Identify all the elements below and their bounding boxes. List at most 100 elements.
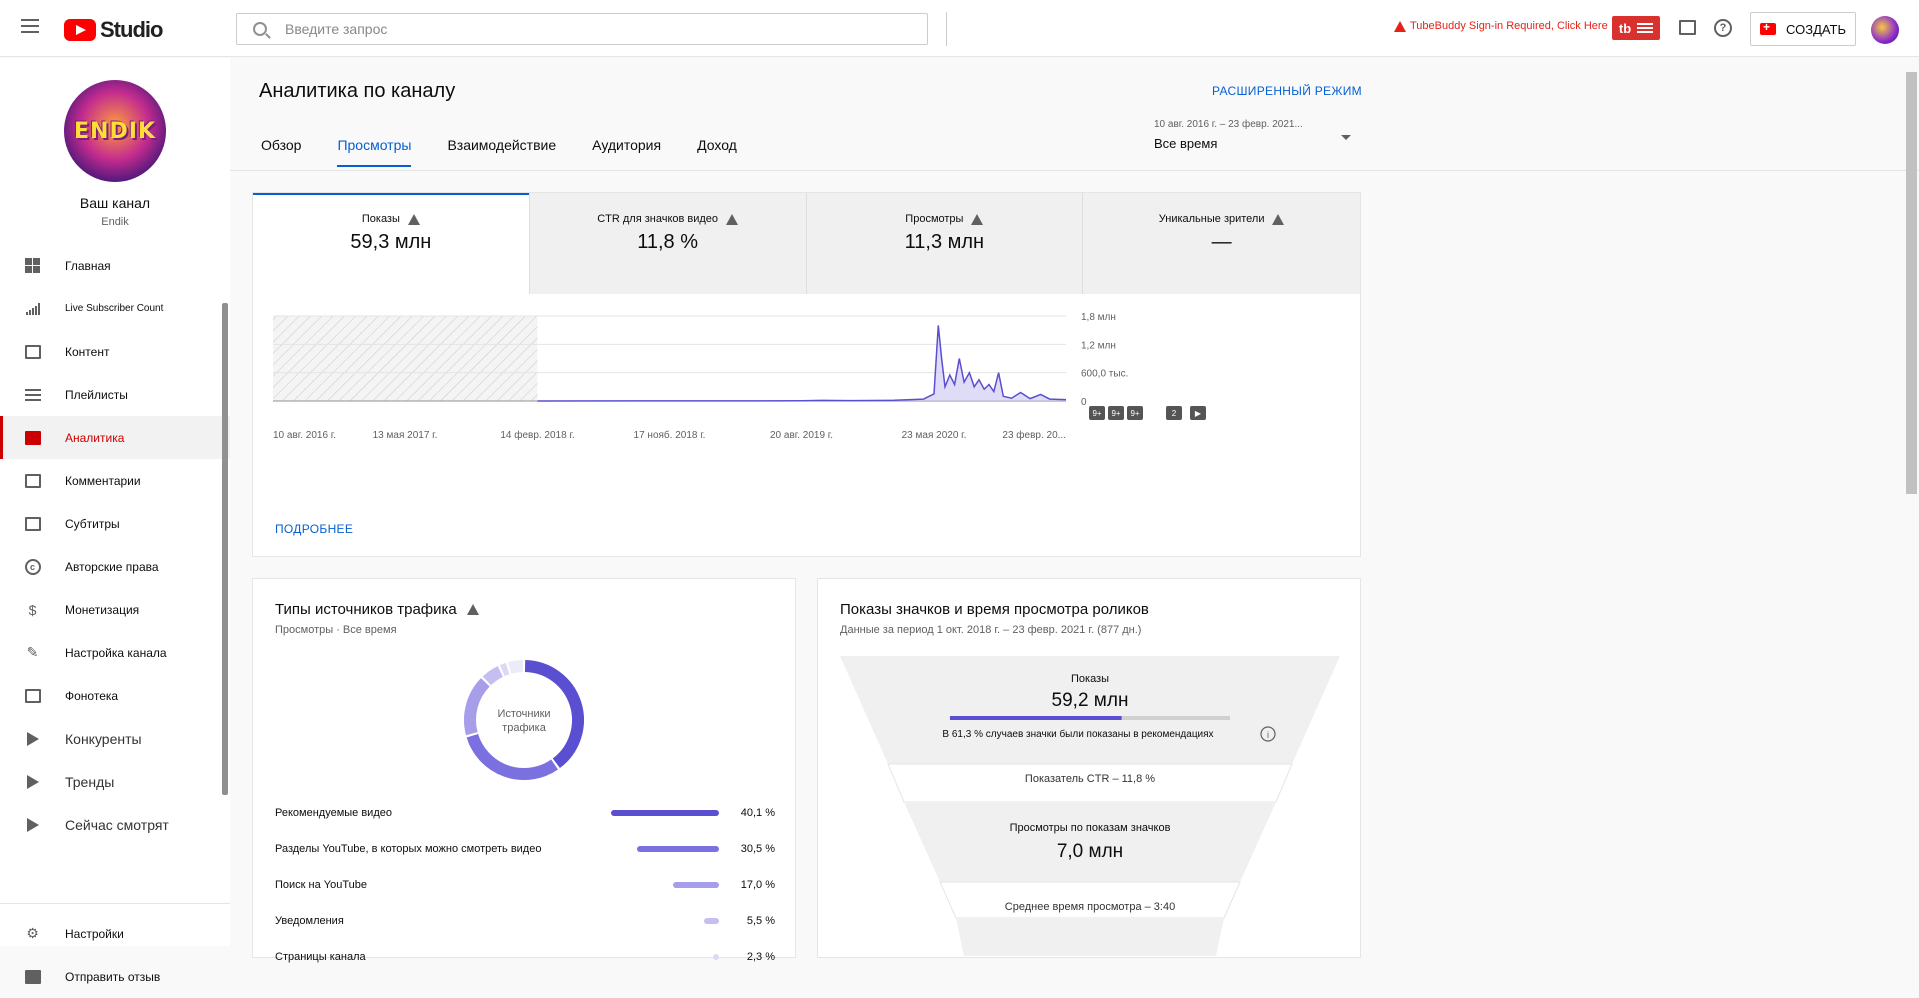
traffic-row-bar	[712, 954, 719, 960]
page-scrollbar[interactable]	[1906, 72, 1917, 494]
studio-logo[interactable]: Studio	[64, 17, 163, 43]
traffic-row[interactable]: Разделы YouTube, в которых можно смотрет…	[275, 831, 775, 867]
video-marker[interactable]: ▶	[1190, 406, 1206, 420]
tubebuddy-warning-text: TubeBuddy Sign-in Required, Click Here	[1410, 20, 1608, 32]
chevron-down-icon[interactable]	[1341, 135, 1351, 140]
sidebar-item-trends[interactable]: Тренды	[0, 760, 230, 803]
funnel-impressions-label: Показы	[1070, 673, 1110, 685]
sidebar-item-analytics[interactable]: Аналитика	[0, 416, 230, 459]
card-subtitle: Данные за период 1 окт. 2018 г. – 23 фев…	[840, 624, 1142, 636]
traffic-row[interactable]: Страницы канала 2,3 %	[275, 939, 775, 975]
metric-value: —	[1211, 231, 1232, 253]
sidebar-item-label: Live Subscriber Count	[65, 303, 164, 314]
donut-slice[interactable]	[508, 660, 524, 674]
tab-engagement[interactable]: Взаимодействие	[447, 137, 556, 167]
create-label: СОЗДАТЬ	[1786, 21, 1846, 37]
traffic-row[interactable]: Поиск на YouTube 17,0 %	[275, 867, 775, 903]
menu-icon[interactable]	[21, 19, 39, 33]
channel-avatar[interactable]: ENDIK	[64, 80, 166, 182]
analytics-tabs: Обзор Просмотры Взаимодействие Аудитория…	[261, 137, 773, 167]
search-icon	[253, 22, 267, 36]
metric-unique-viewers[interactable]: Уникальные зрители —	[1083, 193, 1360, 294]
logo-text: Studio	[100, 17, 163, 42]
date-period-select[interactable]: Все время	[1154, 136, 1217, 151]
messages-icon[interactable]	[1679, 20, 1696, 35]
video-marker[interactable]: 9+	[1127, 406, 1143, 420]
warning-icon[interactable]	[466, 604, 479, 615]
sidebar-item-content[interactable]: Контент	[0, 330, 230, 373]
impressions-chart[interactable]: 1,8 млн 1,2 млн 600,0 тыс. 0 10 авг. 2016 г.…	[253, 294, 1360, 514]
traffic-row[interactable]: Уведомления 5,5 %	[275, 903, 775, 939]
donut-slice[interactable]	[482, 666, 504, 686]
sidebar-item-playlists[interactable]: Плейлисты	[0, 373, 230, 416]
donut-slice[interactable]	[499, 662, 510, 677]
warning-icon[interactable]	[971, 213, 984, 225]
sidebar-item-dashboard[interactable]: Главная	[0, 244, 230, 287]
metric-views[interactable]: Просмотры 11,3 млн	[806, 193, 1084, 294]
video-marker[interactable]: 2	[1166, 406, 1182, 420]
see-more-link[interactable]: ПОДРОБНЕЕ	[275, 522, 353, 536]
search-box[interactable]	[236, 13, 928, 45]
video-marker[interactable]: 9+	[1108, 406, 1124, 420]
sidebar-item-live-subscriber-count[interactable]: Live Subscriber Count	[0, 287, 230, 330]
search-input[interactable]	[285, 21, 885, 37]
feedback-icon	[24, 968, 41, 985]
traffic-row[interactable]: Рекомендуемые видео 40,1 %	[275, 795, 775, 831]
sidebar-item-comments[interactable]: Комментарии	[0, 459, 230, 502]
sidebar-item-feedback[interactable]: Отправить отзыв	[0, 955, 230, 998]
sidebar-item-customization[interactable]: ✎ Настройка канала	[0, 631, 230, 674]
sidebar-item-watching-now[interactable]: Сейчас смотрят	[0, 803, 230, 846]
metric-ctr[interactable]: CTR для значков видео 11,8 %	[529, 193, 807, 294]
x-tick-label: 14 февр. 2018 г.	[500, 429, 574, 441]
youtube-logo-icon	[64, 19, 96, 41]
sidebar-item-subtitles[interactable]: Субтитры	[0, 502, 230, 545]
advanced-mode-button[interactable]: РАСШИРЕННЫЙ РЕЖИМ	[1212, 84, 1362, 98]
tab-overview[interactable]: Обзор	[261, 137, 301, 167]
sidebar-item-label: Аналитика	[65, 430, 125, 445]
video-marker[interactable]: 9+	[1089, 406, 1105, 420]
create-video-icon	[1760, 20, 1776, 35]
video-marker-label: 9+	[1092, 409, 1101, 418]
create-button[interactable]: СОЗДАТЬ	[1750, 12, 1856, 46]
sidebar-item-monetization[interactable]: $ Монетизация	[0, 588, 230, 631]
warning-icon[interactable]	[1272, 213, 1285, 225]
sidebar-item-settings[interactable]: ⚙ Настройки	[0, 912, 230, 955]
tab-revenue[interactable]: Доход	[697, 137, 737, 167]
sidebar-item-label: Тренды	[65, 773, 115, 790]
card-title: Показы значков и время просмотра роликов	[840, 601, 1149, 618]
sidebar-item-copyright[interactable]: c Авторские права	[0, 545, 230, 588]
sidebar-item-competitors[interactable]: Конкуренты	[0, 717, 230, 760]
tubebuddy-play-icon	[24, 730, 41, 747]
tab-reach[interactable]: Просмотры	[337, 137, 412, 167]
dollar-icon: $	[28, 601, 37, 618]
comment-icon	[24, 472, 41, 489]
warning-icon[interactable]	[407, 213, 420, 225]
traffic-row-bar	[611, 810, 719, 816]
tubebuddy-play-icon	[24, 773, 41, 790]
date-range-text[interactable]: 10 авг. 2016 г. – 23 февр. 2021...	[1154, 119, 1303, 130]
sidebar-item-label: Авторские права	[65, 559, 159, 574]
sidebar-scrollbar[interactable]	[222, 303, 228, 795]
tubebuddy-button[interactable]: tb	[1612, 16, 1660, 40]
impressions-progress-fill	[950, 716, 1122, 720]
traffic-row-percent: 40,1 %	[740, 807, 775, 819]
y-tick-label: 1,2 млн	[1081, 340, 1116, 351]
sidebar-item-label: Плейлисты	[65, 387, 128, 402]
sidebar-item-audio-library[interactable]: Фонотека	[0, 674, 230, 717]
tubebuddy-warning-link[interactable]: TubeBuddy Sign-in Required, Click Here	[1394, 20, 1608, 32]
x-tick-label: 10 авг. 2016 г.	[273, 430, 336, 441]
help-icon[interactable]: ?	[1714, 19, 1732, 37]
sidebar-item-label: Монетизация	[65, 602, 140, 617]
traffic-list: Рекомендуемые видео 40,1 % Разделы YouTube…	[275, 795, 775, 975]
sidebar-item-label: Сейчас смотрят	[65, 816, 169, 833]
impressions-funnel-card: Показы значков и время просмотра роликов…	[817, 578, 1361, 958]
warning-icon[interactable]	[726, 213, 739, 225]
metric-impressions[interactable]: Показы 59,3 млн	[253, 193, 530, 294]
metric-value: 59,3 млн	[350, 231, 432, 253]
traffic-donut-chart[interactable]: Источники трафика	[461, 657, 587, 783]
tab-audience[interactable]: Аудитория	[592, 137, 661, 167]
donut-slice[interactable]	[464, 678, 490, 736]
donut-slice[interactable]	[466, 733, 558, 780]
sidebar-bottom-nav: ⚙ Настройки Отправить отзыв	[0, 912, 230, 998]
account-avatar[interactable]	[1871, 16, 1899, 44]
